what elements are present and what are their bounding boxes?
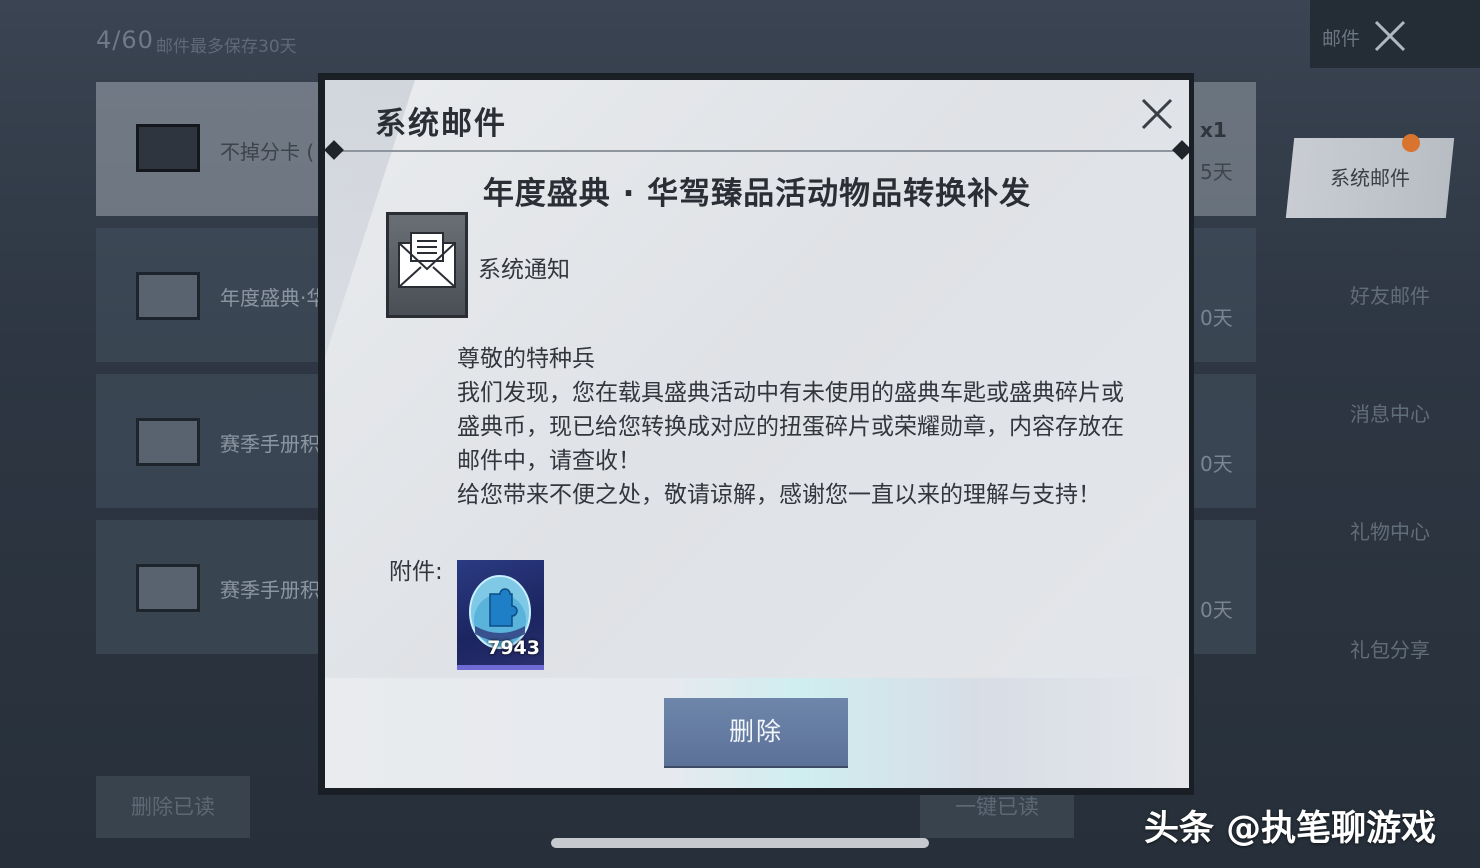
envelope-open-icon (136, 272, 200, 320)
list-item-tail (1190, 228, 1256, 362)
system-notice-icon (386, 212, 468, 318)
mail-header-title: 邮件 (1322, 28, 1361, 50)
tab-label: 好友邮件 (1350, 284, 1430, 308)
tab-message-center[interactable]: 消息中心 (1300, 374, 1480, 454)
envelope-open-icon (136, 564, 200, 612)
tab-label: 消息中心 (1350, 402, 1430, 426)
list-item-quantity: x1 (1200, 118, 1227, 142)
home-indicator[interactable] (551, 838, 929, 848)
list-item-tail (1190, 520, 1256, 654)
list-item[interactable]: 年度盛典·华 (96, 228, 326, 362)
list-item-days: 0天 (1200, 306, 1233, 330)
list-item[interactable]: 不掉分卡 ( (96, 82, 326, 216)
envelope-open-icon (136, 418, 200, 466)
system-mail-dialog: 系统邮件 年度盛典 · 华驾臻品活动物品转换补发 系统通知 尊敬的特种兵 我们发… (325, 80, 1189, 788)
mail-subject: 年度盛典 · 华驾臻品活动物品转换补发 (482, 176, 1032, 212)
divider-cap-left (325, 140, 344, 160)
list-item-days: 0天 (1200, 598, 1233, 622)
list-item-days: 0天 (1200, 452, 1233, 476)
delete-read-button[interactable]: 删除已读 (96, 776, 250, 838)
sender-name: 系统通知 (478, 257, 570, 283)
list-item-label: 年度盛典·华 (220, 286, 327, 310)
watermark-text: 头条 @执笔聊游戏 (1144, 809, 1437, 849)
list-item[interactable]: 赛季手册积 (96, 520, 326, 654)
envelope-icon (136, 124, 200, 172)
close-icon[interactable] (1137, 94, 1177, 134)
dialog-title: 系统邮件 (375, 106, 507, 142)
body-apology: 给您带来不便之处，敬请谅解，感谢您一直以来的理解与支持！ (457, 482, 1101, 508)
unread-badge (1402, 134, 1420, 152)
tab-gift-center[interactable]: 礼物中心 (1300, 492, 1480, 572)
attachment-item[interactable]: 7943 (457, 560, 544, 670)
body-paragraph: 我们发现，您在载具盛典活动中有未使用的盛典车匙或盛典碎片或盛典币，现已给您转换成… (457, 380, 1124, 474)
mail-close-icon[interactable] (1372, 10, 1408, 65)
tab-label: 礼物中心 (1350, 520, 1430, 544)
tab-friend-mail[interactable]: 好友邮件 (1300, 256, 1480, 336)
list-item-tail (1190, 82, 1256, 216)
mail-retention-note: 邮件最多保存30天 (156, 37, 297, 57)
list-item[interactable]: 赛季手册积 (96, 374, 326, 508)
mail-body: 尊敬的特种兵 我们发现，您在载具盛典活动中有未使用的盛典车匙或盛典碎片或盛典币，… (457, 342, 1137, 512)
list-item-label: 不掉分卡 ( (220, 140, 315, 164)
body-greeting: 尊敬的特种兵 (457, 346, 595, 372)
list-item-tail (1190, 374, 1256, 508)
dialog-footer: 删除 (325, 678, 1189, 788)
list-item-label: 赛季手册积 (220, 432, 320, 456)
attachment-label: 附件: (389, 559, 443, 585)
tab-label: 系统邮件 (1330, 166, 1410, 190)
mail-count: 4/60 (96, 26, 154, 54)
delete-button[interactable]: 删除 (664, 698, 848, 766)
tab-gift-share[interactable]: 礼包分享 (1300, 610, 1480, 690)
title-divider (337, 150, 1177, 152)
tab-system-mail[interactable]: 系统邮件 (1285, 138, 1455, 218)
attachment-count: 7943 (487, 637, 540, 659)
divider-cap-right (1172, 140, 1189, 160)
list-item-label: 赛季手册积 (220, 578, 320, 602)
mail-screen: 4/60 邮件最多保存30天 邮件 不掉分卡 ( 年度盛典·华 赛季手册积 赛季… (0, 0, 1480, 868)
tab-label: 礼包分享 (1350, 638, 1430, 662)
list-item-days: 5天 (1200, 160, 1233, 184)
